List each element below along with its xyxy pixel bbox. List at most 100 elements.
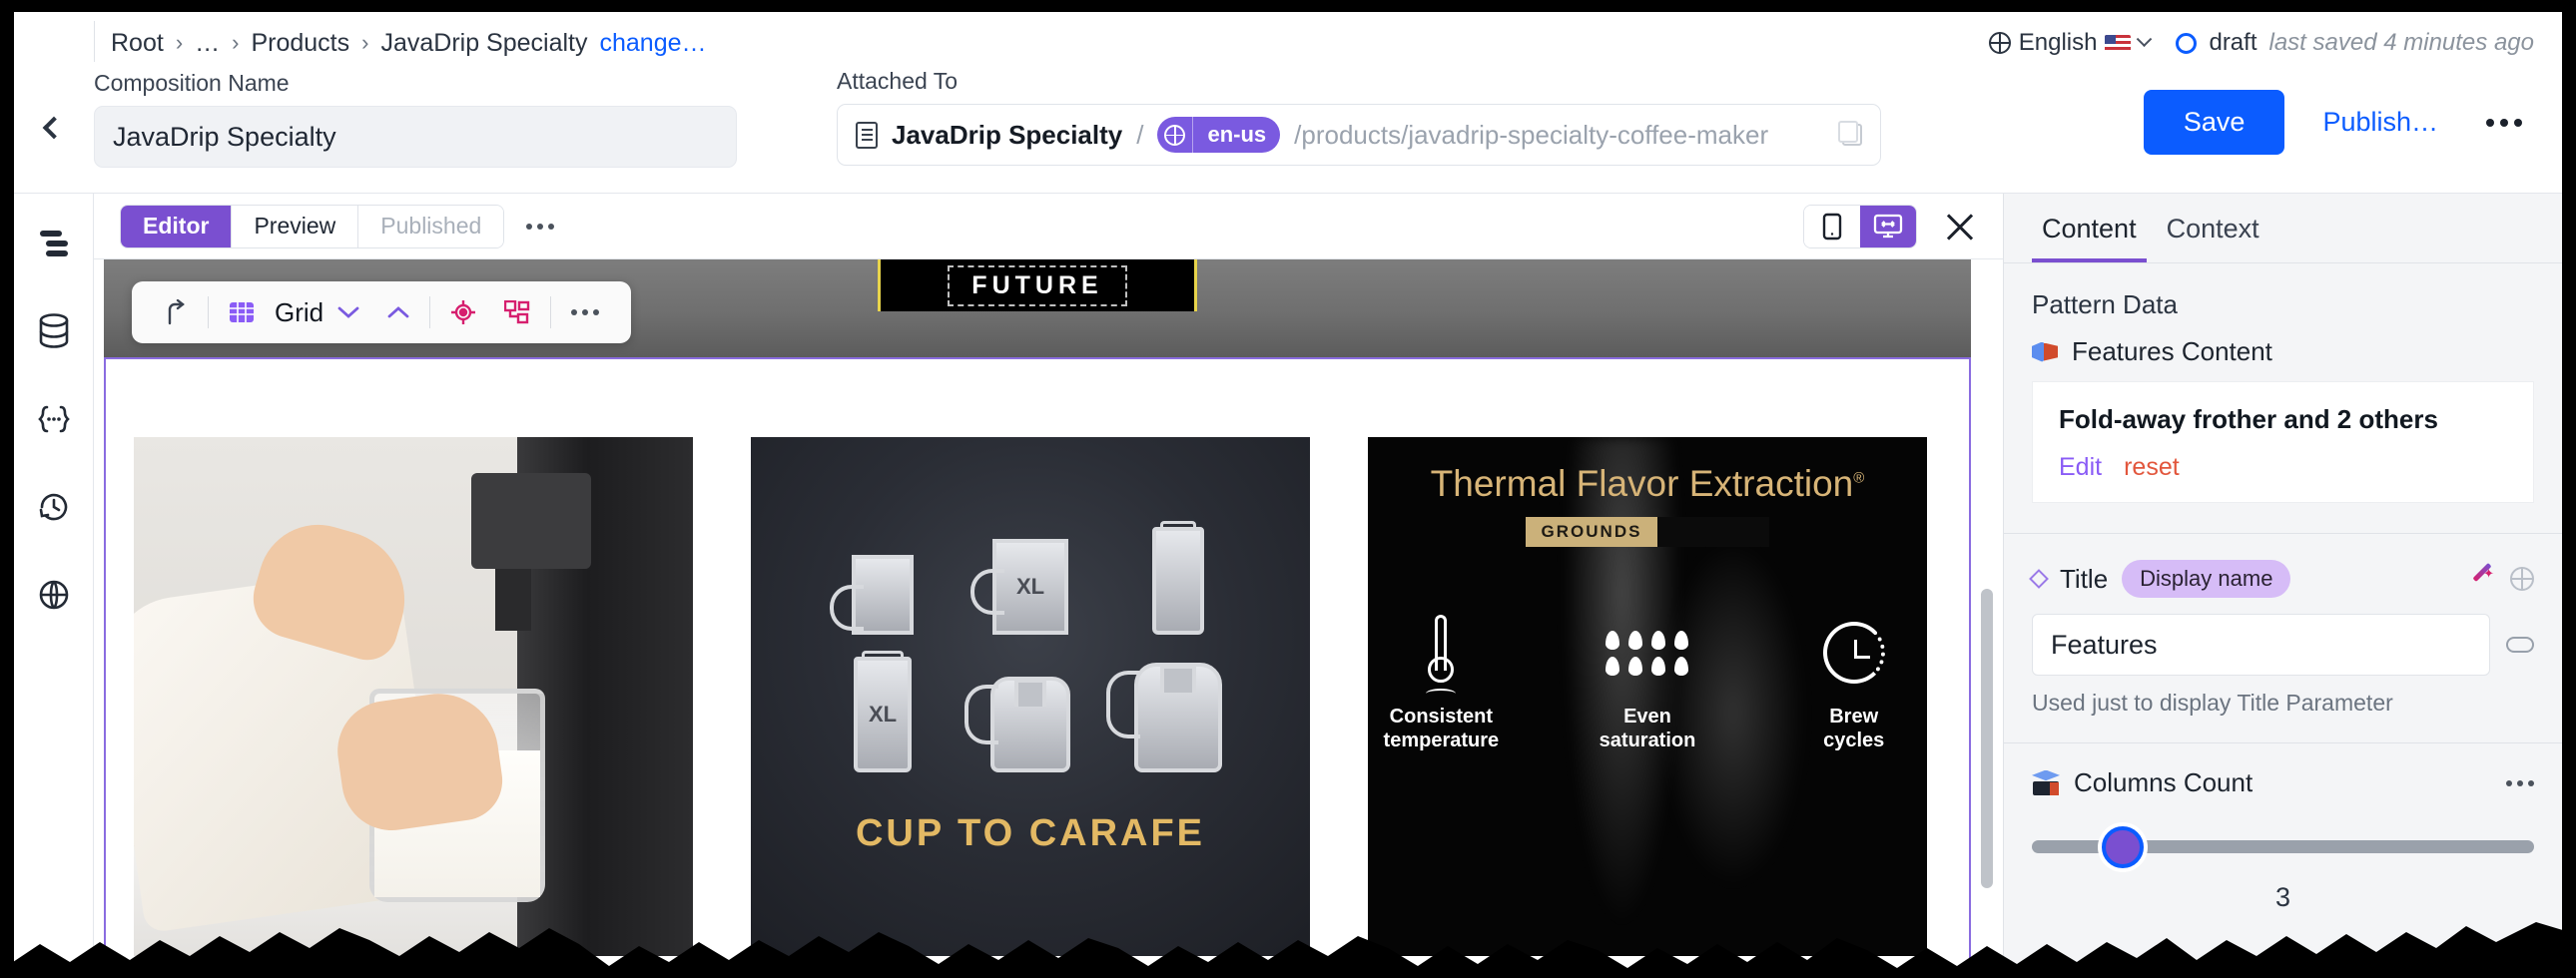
title-field-name: Title: [2060, 563, 2109, 594]
feature-label: Even saturation: [1575, 705, 1721, 752]
frame-left-edge: [0, 0, 14, 978]
target-icon[interactable]: [436, 281, 490, 343]
columns-count-label: Columns Count: [2074, 767, 2254, 797]
attached-path: /products/javadrip-specialty-coffee-make…: [1294, 119, 1769, 150]
code-braces-icon[interactable]: [32, 397, 76, 441]
grounds-chip-dark: [1657, 517, 1770, 547]
breadcrumb-separator-icon: ›: [232, 30, 240, 55]
pattern-data-item[interactable]: Features Content: [2032, 336, 2534, 367]
more-horizontal-icon[interactable]: [2476, 109, 2532, 137]
copy-icon[interactable]: [1838, 121, 1862, 146]
responsive-desktop-icon[interactable]: [1860, 205, 1916, 247]
vessel-mug-xl: XL: [970, 515, 1090, 635]
top-bar-right: English draft last saved 4 minutes ago: [1988, 29, 2562, 57]
title-parameter-field: Title Display name ✦ Features Used just …: [2004, 534, 2562, 717]
toolbar-divider: [208, 296, 209, 328]
water-drops-icon: [1605, 630, 1690, 676]
pattern-reset-link[interactable]: reset: [2124, 453, 2180, 482]
mobile-icon[interactable]: [1804, 205, 1860, 247]
selected-grid-block[interactable]: XL XL CUP TO CARAFE Thermal Flavor Extra…: [104, 357, 1971, 978]
title-field-header: Title Display name ✦: [2029, 560, 2534, 598]
viewport-segment: [1803, 204, 1917, 248]
globe-icon[interactable]: [2510, 567, 2534, 591]
vessel-carafe-large: [1106, 653, 1238, 772]
pattern-card-title: Fold-away frother and 2 others: [2059, 404, 2438, 434]
feature-label-line1: Consistent: [1389, 706, 1493, 728]
database-icon[interactable]: [32, 309, 76, 353]
columns-count-value: 3: [2274, 882, 2291, 912]
back-button[interactable]: [14, 62, 94, 194]
breadcrumb-root[interactable]: Root: [111, 29, 164, 58]
tab-published[interactable]: Published: [358, 205, 504, 247]
breadcrumb-ellipsis[interactable]: …: [195, 29, 220, 58]
chevron-down-icon[interactable]: [323, 281, 373, 343]
grid-icon[interactable]: [215, 281, 269, 343]
breadcrumb-change-link[interactable]: change…: [600, 29, 707, 58]
thermal-flavor-extraction-card[interactable]: Thermal Flavor Extraction® GROUNDS Consi…: [1368, 437, 1927, 956]
feature-label-line1: Even: [1623, 706, 1671, 728]
frame-right-edge: [2562, 0, 2576, 978]
layers-icon[interactable]: [32, 222, 76, 265]
pattern-edit-link[interactable]: Edit: [2059, 453, 2102, 482]
pattern-item-label: Features Content: [2072, 336, 2272, 366]
us-flag-icon: [2105, 34, 2132, 52]
feature-label: Brew cycles: [1780, 705, 1927, 752]
breadcrumb-current[interactable]: JavaDrip Specialty: [380, 29, 587, 58]
vessel-mug: [823, 515, 943, 635]
thermal-features: Consistent temperature Even saturation B…: [1368, 615, 1927, 752]
grid-toolbar-label: Grid: [275, 296, 324, 327]
editor-mode-segment: Editor Preview Published: [120, 204, 505, 248]
meta-row: Composition Name JavaDrip Specialty Atta…: [14, 62, 2562, 194]
feature-consistent-temperature: Consistent temperature: [1368, 615, 1515, 752]
breadcrumb: Root › … › Products › JavaDrip Specialty…: [94, 21, 707, 65]
milk-frother-photo[interactable]: [134, 437, 693, 956]
title-input[interactable]: Features: [2032, 614, 2490, 676]
tab-preview[interactable]: Preview: [232, 205, 359, 247]
save-button[interactable]: Save: [2143, 90, 2285, 155]
locale-label: en-us: [1207, 122, 1267, 147]
book-cube-icon: [2032, 769, 2060, 796]
tab-editor[interactable]: Editor: [121, 205, 233, 247]
globe-icon[interactable]: [32, 573, 76, 617]
more-horizontal-icon[interactable]: [2506, 779, 2534, 786]
breadcrumb-separator-icon: ›: [175, 30, 184, 55]
attached-to-block: Attached To JavaDrip Specialty / en-us /…: [837, 62, 1881, 166]
chevron-up-icon[interactable]: [373, 281, 423, 343]
slider-thumb[interactable]: [2101, 826, 2144, 868]
more-horizontal-icon[interactable]: [557, 281, 613, 343]
canvas-scrollbar[interactable]: [1981, 589, 1993, 888]
attached-to-box[interactable]: JavaDrip Specialty / en-us /products/jav…: [837, 104, 1881, 166]
language-selector[interactable]: English: [1988, 29, 2153, 57]
tab-content[interactable]: Content: [2032, 214, 2147, 262]
toolbar-divider: [550, 296, 552, 328]
composition-name-block: Composition Name JavaDrip Specialty: [94, 62, 737, 168]
editor-region: Editor Preview Published FUTURE Grid XL …: [94, 194, 2003, 978]
move-up-icon[interactable]: [150, 281, 202, 343]
editor-tabs-more-icon[interactable]: [526, 223, 555, 230]
feature-label-line2: temperature: [1383, 730, 1500, 751]
tab-context[interactable]: Context: [2157, 214, 2269, 262]
last-saved-text: last saved 4 minutes ago: [2268, 29, 2535, 56]
right-panel-tabs: Content Context: [2004, 194, 2562, 263]
breadcrumb-products[interactable]: Products: [251, 29, 349, 58]
publish-button[interactable]: Publish…: [2322, 107, 2438, 138]
toggle-pill-icon[interactable]: [2506, 637, 2534, 653]
composition-name-label: Composition Name: [94, 70, 290, 96]
breadcrumb-separator-icon: ›: [361, 30, 369, 55]
vessel-carafe-small: [965, 653, 1090, 772]
locale-pill[interactable]: en-us: [1157, 117, 1281, 153]
close-icon[interactable]: [1943, 210, 1977, 244]
history-clock-icon[interactable]: [32, 485, 76, 529]
cup-to-carafe-card[interactable]: XL XL CUP TO CARAFE: [751, 437, 1310, 956]
magic-wand-icon[interactable]: ✦: [2468, 562, 2494, 592]
columns-count-slider[interactable]: [2032, 826, 2534, 868]
document-icon: [856, 121, 878, 149]
attached-to-label: Attached To: [837, 68, 959, 94]
title-field-hint: Used just to display Title Parameter: [2032, 690, 2393, 716]
chevron-left-icon: [42, 116, 66, 140]
vessel-travel-mug: [1118, 515, 1238, 635]
components-icon[interactable]: [490, 281, 544, 343]
attached-entry-name: JavaDrip Specialty: [892, 119, 1123, 150]
composition-name-input[interactable]: JavaDrip Specialty: [94, 106, 737, 168]
vessel-label: XL: [1015, 574, 1045, 599]
